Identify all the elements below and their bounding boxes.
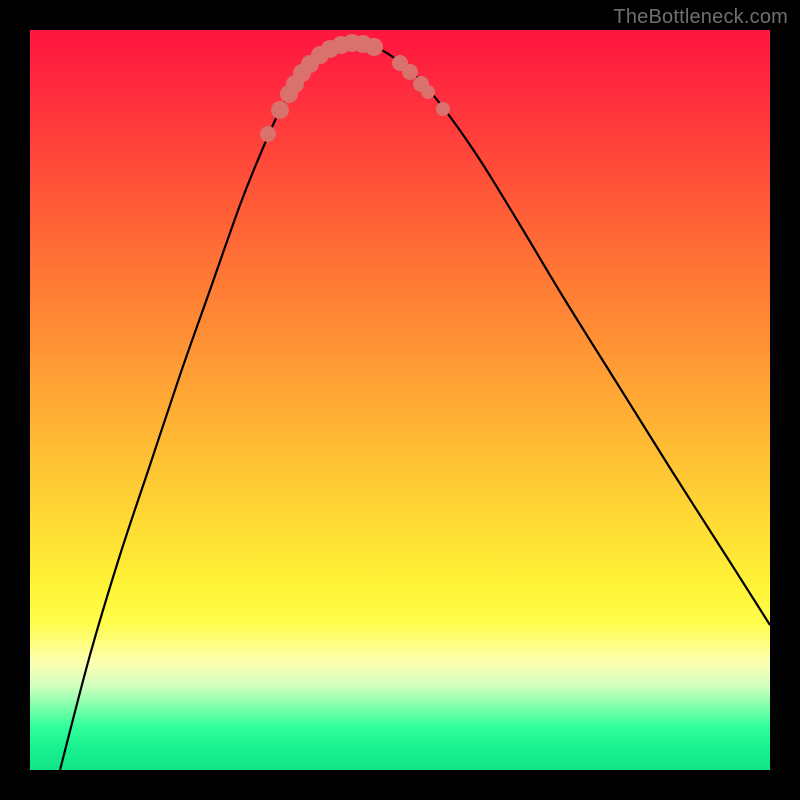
curve-marker (421, 85, 435, 99)
curve-marker (365, 38, 383, 56)
curve-overlay (30, 30, 770, 770)
marker-group (260, 34, 450, 142)
curve-marker (260, 126, 276, 142)
chart-stage: TheBottleneck.com (0, 0, 800, 800)
curve-marker (402, 64, 418, 80)
plot-area (30, 30, 770, 770)
bottleneck-curve (60, 43, 770, 770)
watermark-text: TheBottleneck.com (613, 6, 788, 29)
curve-marker (271, 101, 289, 119)
curve-marker (436, 102, 450, 116)
